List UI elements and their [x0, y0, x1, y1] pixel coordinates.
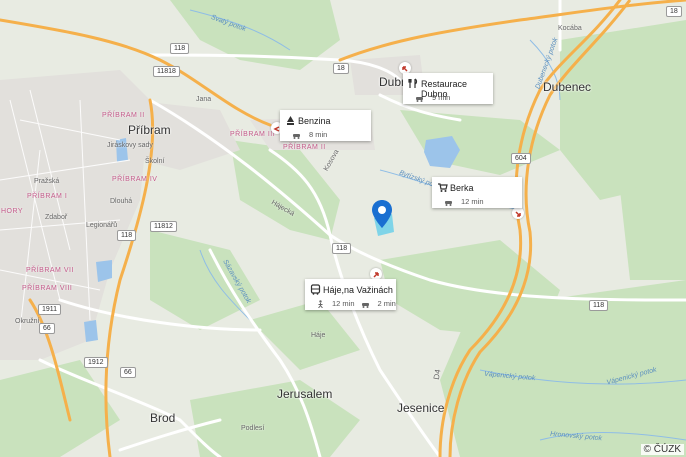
street-label: Háje [311, 332, 326, 339]
gas-station-icon [287, 116, 294, 125]
poi-title: Berka [450, 183, 474, 193]
travel-time: 9 min [432, 93, 451, 102]
town-label: Brod [150, 411, 176, 425]
map-canvas[interactable]: Příbram Dubno Dubenec Jerusalem Jesenice… [0, 0, 686, 457]
poi-card-berka[interactable]: Berka 12 min [432, 177, 522, 208]
neighborhood-label: PŘÍBRAM VII [26, 267, 74, 274]
cart-icon [438, 183, 448, 192]
walk-icon [317, 299, 326, 309]
street-label: Podlesí [241, 425, 265, 432]
road-number-shield: 604 [511, 153, 531, 164]
street-label: Jiráskovy sady [107, 142, 153, 149]
neighborhood-label: PŘÍBRAM II [283, 144, 326, 151]
road-number-shield: 11818 [153, 66, 180, 77]
bus-icon [310, 284, 321, 295]
travel-time: 12 min [332, 299, 355, 308]
street-label: Pražská [34, 178, 60, 185]
road-number-shield: 118 [170, 43, 190, 54]
poi-title: Benzina [298, 116, 331, 126]
poi-title: Háje,na Važinách [323, 285, 393, 295]
location-pin-icon[interactable] [371, 199, 393, 229]
road-number-shield: 66 [39, 323, 55, 334]
road-number-shield: 1912 [84, 357, 108, 368]
copyright-notice: © ČÚZK [640, 444, 684, 455]
neighborhood-label: PŘÍBRAM I [27, 193, 68, 200]
street-label: Zdaboř [45, 214, 68, 221]
street-label: Kocába [558, 25, 582, 32]
car-icon [361, 299, 372, 308]
road-number-shield: 1911 [38, 304, 62, 315]
street-label: Legionářů [86, 222, 118, 229]
town-label: Jesenice [397, 401, 445, 415]
highway-label: D4 [431, 368, 443, 381]
neighborhood-label: HORY [1, 208, 24, 215]
car-icon [415, 93, 426, 102]
poi-card-haje-na-vazinach[interactable]: Háje,na Važinách 12 min 2 min [305, 279, 396, 310]
travel-time: 8 min [309, 130, 328, 139]
road-number-shield: 11812 [150, 221, 177, 232]
road-number-shield: 66 [120, 367, 136, 378]
street-label: Dlouhá [110, 198, 133, 205]
town-label: Dubenec [543, 80, 592, 94]
town-label: Jerusalem [277, 387, 333, 401]
neighborhood-label: PŘÍBRAM VIII [22, 285, 73, 292]
road-number-shield: 118 [117, 230, 137, 241]
road-number-shield: 18 [666, 6, 682, 17]
direction-arrow-icon[interactable] [512, 207, 524, 219]
poi-card-benzina[interactable]: Benzina 8 min [280, 110, 371, 141]
travel-time: 2 min [377, 299, 396, 308]
street-label: Jana [196, 96, 212, 103]
neighborhood-label: PŘÍBRAM III [230, 131, 276, 138]
restaurant-icon [408, 78, 418, 88]
town-label: Příbram [128, 123, 171, 137]
street-label: Školní [145, 158, 165, 165]
car-icon [292, 130, 303, 139]
travel-time: 12 min [461, 197, 484, 206]
neighborhood-label: PŘÍBRAM II [102, 112, 145, 119]
neighborhood-label: PŘÍBRAM IV [112, 176, 158, 183]
road-number-shield: 118 [332, 243, 352, 254]
street-label: Okružní [15, 318, 40, 325]
road-number-shield: 118 [589, 300, 609, 311]
road-number-shield: 18 [333, 63, 349, 74]
car-icon [444, 197, 455, 206]
poi-card-restaurace-dubno[interactable]: Restaurace Dubno 9 min [403, 73, 493, 104]
